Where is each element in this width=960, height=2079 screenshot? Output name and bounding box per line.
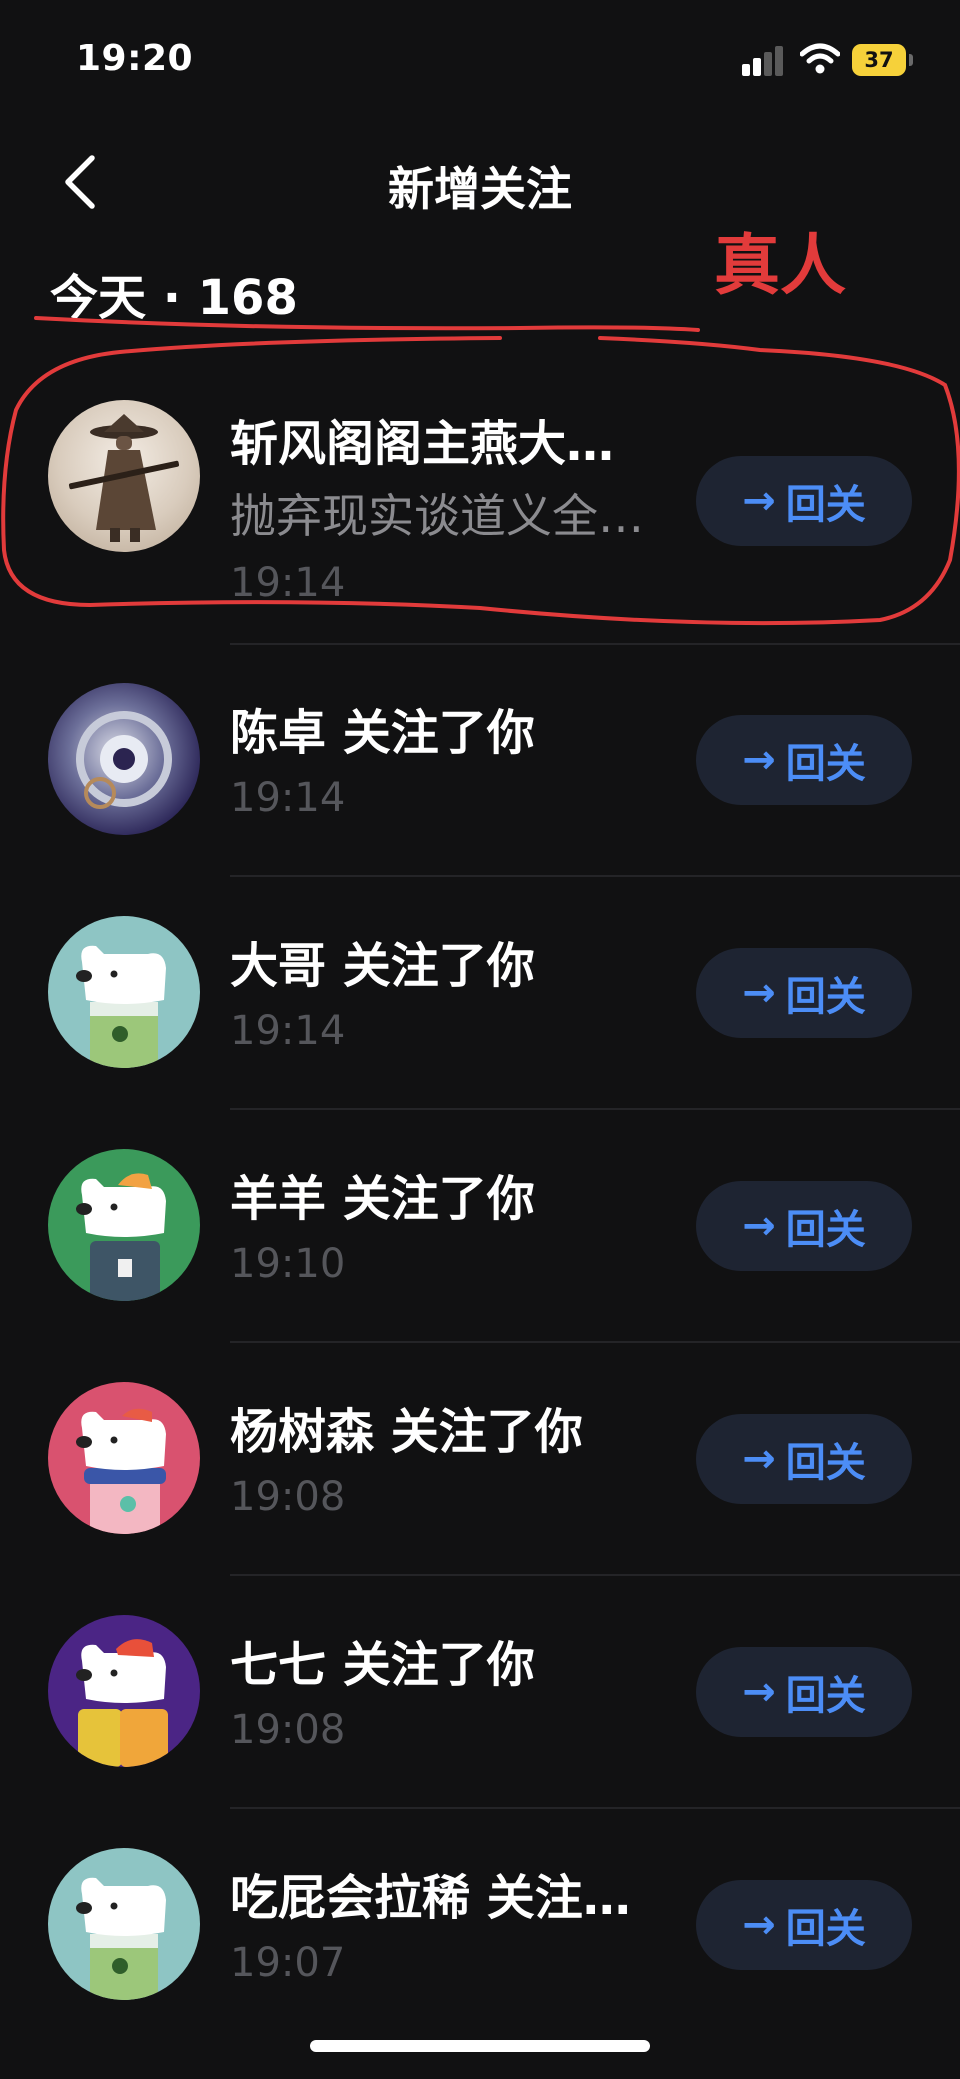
item-subtitle: 抛弃现实谈道义全… xyxy=(230,489,644,543)
avatar xyxy=(48,1615,200,1767)
bear-avatar-icon xyxy=(76,1173,166,1301)
item-name: 七七 关注了你 xyxy=(230,1637,535,1693)
follow-back-button[interactable]: → 回关 xyxy=(696,948,912,1038)
battery-tip xyxy=(909,54,913,66)
follow-back-label: 回关 xyxy=(785,1906,866,1952)
arrow-right-icon: → xyxy=(742,1436,776,1482)
divider xyxy=(230,1108,960,1110)
item-name: 吃屁会拉稀 关注… xyxy=(230,1870,631,1926)
list-item[interactable]: 陈卓 关注了你 19:14 → 回关 xyxy=(0,683,960,873)
follow-back-button[interactable]: → 回关 xyxy=(696,715,912,805)
bear-avatar-icon xyxy=(76,945,166,1068)
list-item[interactable]: 大哥 关注了你 19:14 → 回关 xyxy=(0,916,960,1106)
follow-back-button[interactable]: → 回关 xyxy=(696,1880,912,1970)
divider xyxy=(230,1341,960,1343)
bear-avatar-icon xyxy=(76,1639,168,1767)
status-time: 19:20 xyxy=(76,38,194,79)
follow-back-label: 回关 xyxy=(785,1207,866,1253)
bear-avatar-icon xyxy=(76,1408,166,1534)
bear-avatar-icon xyxy=(76,1877,166,2000)
mechanical-eye-avatar-icon xyxy=(76,711,172,809)
avatar xyxy=(48,683,200,835)
item-name: 杨树森 关注了你 xyxy=(230,1404,583,1460)
follow-back-label: 回关 xyxy=(785,974,866,1020)
follow-back-label: 回关 xyxy=(785,1673,866,1719)
annotation-label: 真人 xyxy=(714,226,846,304)
wifi-icon xyxy=(800,43,840,74)
arrow-right-icon: → xyxy=(742,1669,776,1715)
follow-back-button[interactable]: → 回关 xyxy=(696,1647,912,1737)
follow-back-button[interactable]: → 回关 xyxy=(696,456,912,546)
list-item[interactable]: 七七 关注了你 19:08 → 回关 xyxy=(0,1615,960,1805)
arrow-right-icon: → xyxy=(742,1902,776,1948)
home-indicator[interactable] xyxy=(310,2040,650,2052)
follow-back-button[interactable]: → 回关 xyxy=(696,1181,912,1271)
arrow-right-icon: → xyxy=(742,970,776,1016)
arrow-right-icon: → xyxy=(742,478,776,524)
swordsman-avatar-icon xyxy=(68,414,180,542)
list-item[interactable]: 杨树森 关注了你 19:08 → 回关 xyxy=(0,1382,960,1572)
avatar xyxy=(48,1382,200,1534)
item-name: 羊羊 关注了你 xyxy=(230,1171,535,1227)
list-item[interactable]: 斩风阁阁主燕大… 抛弃现实谈道义全… 19:14 → 回关 xyxy=(0,390,960,650)
avatar xyxy=(48,916,200,1068)
item-time: 19:08 xyxy=(230,1474,346,1520)
item-time: 19:07 xyxy=(230,1940,346,1986)
signal-icon xyxy=(742,46,783,76)
divider xyxy=(230,1574,960,1576)
avatar xyxy=(48,400,200,552)
item-time: 19:10 xyxy=(230,1241,346,1287)
avatar xyxy=(48,1149,200,1301)
list-item[interactable]: 羊羊 关注了你 19:10 → 回关 xyxy=(0,1149,960,1339)
follow-back-button[interactable]: → 回关 xyxy=(696,1414,912,1504)
divider xyxy=(230,875,960,877)
battery-level: 37 xyxy=(864,48,894,72)
status-bar: 19:20 37 xyxy=(0,0,960,120)
follow-back-label: 回关 xyxy=(785,1440,866,1486)
avatar xyxy=(48,1848,200,2000)
follow-back-label: 回关 xyxy=(785,741,866,787)
follow-back-label: 回关 xyxy=(785,482,866,528)
item-name: 陈卓 关注了你 xyxy=(230,705,535,761)
item-time: 19:14 xyxy=(230,775,346,821)
battery-indicator: 37 xyxy=(852,44,906,76)
divider xyxy=(230,643,960,645)
arrow-right-icon: → xyxy=(742,737,776,783)
divider xyxy=(230,1807,960,1809)
item-name: 大哥 关注了你 xyxy=(230,938,535,994)
item-time: 19:08 xyxy=(230,1707,346,1753)
screen: 19:20 37 新增关注 今天 · 168 真人 斩风阁阁主燕大… 抛弃现实谈… xyxy=(0,0,960,2079)
item-name: 斩风阁阁主燕大… xyxy=(230,416,615,472)
section-header: 今天 · 168 xyxy=(50,270,298,326)
list-item[interactable]: 吃屁会拉稀 关注… 19:07 → 回关 xyxy=(0,1848,960,2038)
item-time: 19:14 xyxy=(230,560,346,606)
arrow-right-icon: → xyxy=(742,1203,776,1249)
page-title: 新增关注 xyxy=(388,162,572,216)
item-time: 19:14 xyxy=(230,1008,346,1054)
